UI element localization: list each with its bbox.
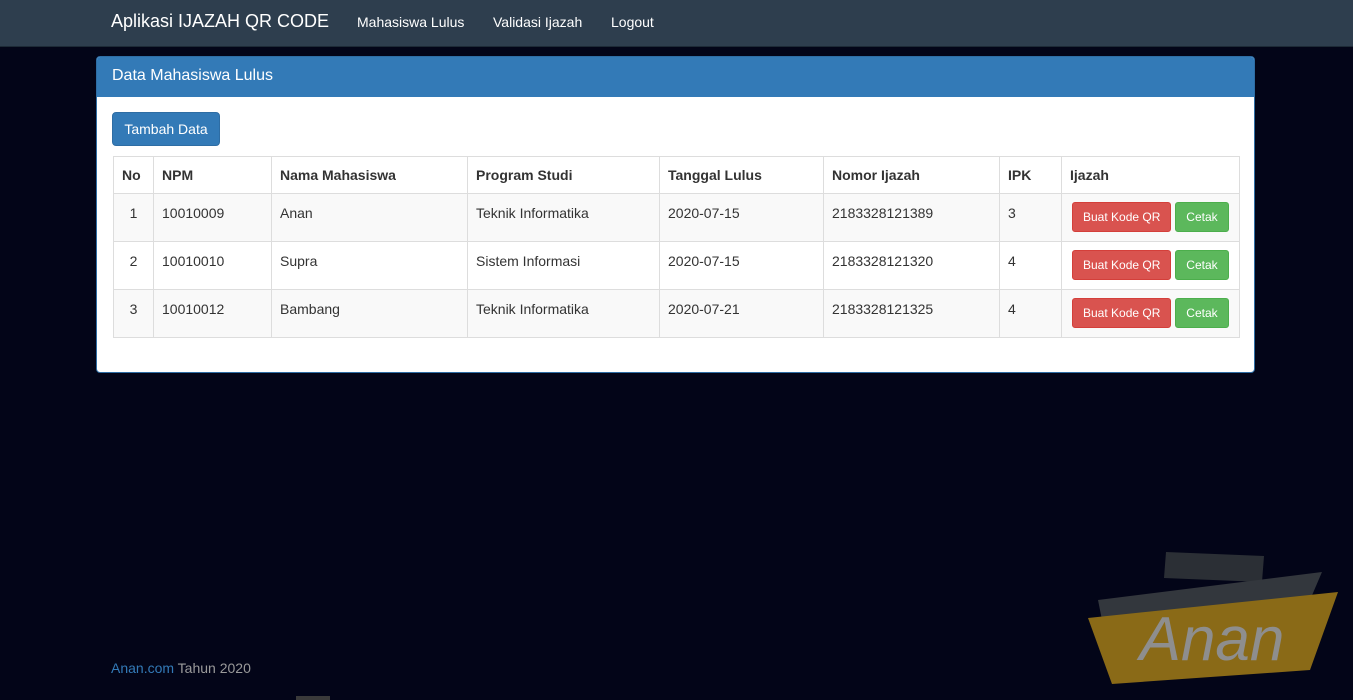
header-prodi: Program Studi [467,156,660,194]
header-ipk: IPK [999,156,1062,194]
watermark-top-shape [1164,552,1264,582]
cell-nomor: 2183328121320 [823,241,1000,290]
watermark-text: Anan [1136,605,1285,674]
nav-validasi-ijazah[interactable]: Validasi Ijazah [493,14,582,30]
cell-ipk: 3 [999,193,1062,242]
cell-nama: Supra [271,241,468,290]
bottom-edge-bar [296,696,330,700]
cetak-button[interactable]: Cetak [1175,202,1229,232]
footer-year-text: Tahun 2020 [174,660,251,676]
nav-logout[interactable]: Logout [611,14,654,30]
data-panel: Data Mahasiswa Lulus Tambah Data No NPM … [96,56,1255,373]
panel-title: Data Mahasiswa Lulus [97,57,1254,97]
buat-kode-qr-button[interactable]: Buat Kode QR [1072,298,1172,328]
table-row: 3 10010012 Bambang Teknik Informatika 20… [113,289,1240,338]
cell-prodi: Sistem Informasi [467,241,660,290]
table-header-row: No NPM Nama Mahasiswa Program Studi Tang… [113,156,1240,194]
cell-ipk: 4 [999,289,1062,338]
header-nomor: Nomor Ijazah [823,156,1000,194]
cell-ijazah-actions: Buat Kode QR Cetak [1061,241,1240,290]
top-navbar: Aplikasi IJAZAH QR CODE Mahasiswa Lulus … [0,0,1353,47]
header-npm: NPM [153,156,272,194]
header-nama: Nama Mahasiswa [271,156,468,194]
cell-nama: Anan [271,193,468,242]
buat-kode-qr-button[interactable]: Buat Kode QR [1072,202,1172,232]
cetak-button[interactable]: Cetak [1175,250,1229,280]
graduates-table: No NPM Nama Mahasiswa Program Studi Tang… [113,156,1240,338]
footer-site-link[interactable]: Anan.com [111,660,174,676]
cell-tanggal: 2020-07-15 [659,241,824,290]
header-ijazah: Ijazah [1061,156,1240,194]
header-no: No [113,156,154,194]
cell-tanggal: 2020-07-21 [659,289,824,338]
cell-ijazah-actions: Buat Kode QR Cetak [1061,193,1240,242]
cell-no: 3 [113,289,154,338]
cell-nama: Bambang [271,289,468,338]
cell-tanggal: 2020-07-15 [659,193,824,242]
cell-no: 2 [113,241,154,290]
app-brand[interactable]: Aplikasi IJAZAH QR CODE [111,11,329,32]
cell-npm: 10010010 [153,241,272,290]
cell-npm: 10010009 [153,193,272,242]
cetak-button[interactable]: Cetak [1175,298,1229,328]
cell-npm: 10010012 [153,289,272,338]
table-row: 1 10010009 Anan Teknik Informatika 2020-… [113,193,1240,242]
cell-ijazah-actions: Buat Kode QR Cetak [1061,289,1240,338]
table-row: 2 10010010 Supra Sistem Informasi 2020-0… [113,241,1240,290]
tambah-data-button[interactable]: Tambah Data [112,112,220,146]
cell-ipk: 4 [999,241,1062,290]
cell-nomor: 2183328121389 [823,193,1000,242]
nav-mahasiswa-lulus[interactable]: Mahasiswa Lulus [357,14,464,30]
anan-watermark-logo: Anan [1088,552,1338,684]
cell-prodi: Teknik Informatika [467,289,660,338]
cell-no: 1 [113,193,154,242]
cell-prodi: Teknik Informatika [467,193,660,242]
cell-nomor: 2183328121325 [823,289,1000,338]
page-footer: Anan.com Tahun 2020 [111,660,251,676]
buat-kode-qr-button[interactable]: Buat Kode QR [1072,250,1172,280]
header-tanggal: Tanggal Lulus [659,156,824,194]
